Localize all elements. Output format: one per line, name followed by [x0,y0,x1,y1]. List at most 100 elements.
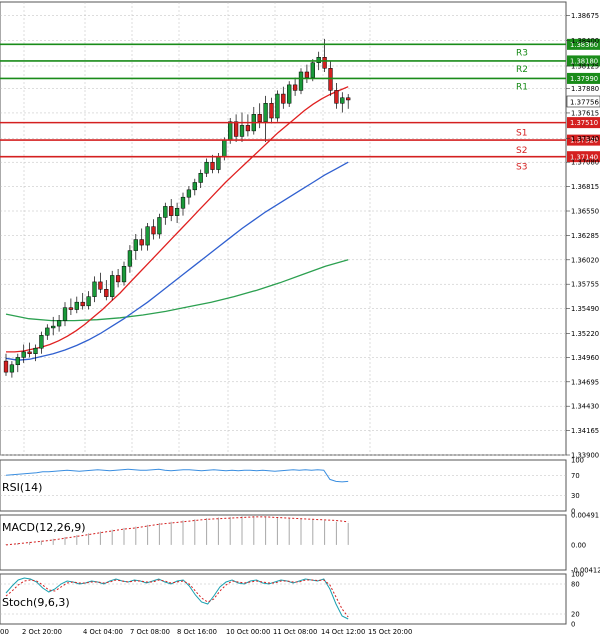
price-tick-label: 1.38675 [571,12,599,20]
candle-bull [186,189,192,198]
price-tick-label: 1.37880 [571,85,599,93]
candle-bear [210,161,215,170]
candle-bull [263,103,268,122]
candle-bull [145,226,150,246]
candle-bull [86,296,91,307]
candle-bear [292,84,298,91]
price-tick-label: 1.34960 [571,354,599,362]
stoch-tick-label: 20 [571,611,580,619]
candle-bear [139,239,144,246]
time-label-first: 00 [0,628,9,636]
price-tick-label: 1.34695 [571,378,599,386]
price-tick-label: 1.35755 [571,281,599,289]
time-axis: 00 2 Oct 20:00 4 Oct 04:00 7 Oct 08:00 8 Oc… [0,628,412,636]
level-name-r1: R1 [516,82,528,92]
candle-bear [68,307,74,310]
macd-pane: 0.004910.00-0.00412 MACD(12,26,9) [0,512,600,575]
candle-bull [157,217,162,235]
macd-tick-label: 0.00 [571,541,586,549]
level-price-label: 1.37990 [570,75,598,83]
stoch-pane: 100 80 20 0 Stoch(9,6,3) [0,571,584,629]
candle-bear [115,275,121,283]
time-label: 2 Oct 20:00 [22,628,62,636]
rsi-pane-frame [0,459,567,512]
rsi-tick-label: 70 [571,472,580,480]
candle-bull [239,125,245,137]
candle-bull [62,307,68,321]
price-tick-label: 1.34430 [571,403,599,411]
candle-bull [127,250,133,267]
price-tick-label: 1.38125 [571,62,599,70]
candle-bear [322,56,327,69]
candle-bear [281,93,286,104]
candle-bear [98,281,103,290]
time-label: 7 Oct 08:00 [130,628,170,636]
stoch-title: Stoch(9,6,3) [2,596,70,609]
stoch-tick-label: 80 [571,581,580,589]
rsi-pane: 10070300 RSI(14) [0,457,584,516]
candle-bull [222,139,227,157]
price-tick-label: 1.34165 [571,427,599,435]
time-label: 11 Oct 08:00 [273,628,317,636]
candle-bull [298,71,304,91]
candle-bull [74,301,79,310]
time-label: 8 Oct 16:00 [177,628,217,636]
price-tick-label: 1.38400 [571,37,599,45]
level-name-r2: R2 [516,65,528,75]
rsi-tick-label: 30 [571,492,580,500]
level-name-s1: S1 [516,129,527,139]
candle-bull [340,97,345,104]
candle-bear [245,125,251,132]
macd-title: MACD(12,26,9) [2,521,86,534]
current-price-marker: 1.37756 [566,95,600,108]
price-tick-label: 1.37080 [571,159,599,167]
current-price-label: 1.37756 [570,99,599,107]
level-name-s2: S2 [516,146,527,156]
candle-bull [275,93,280,119]
candle-bull [198,173,203,183]
candle-bear [233,121,239,137]
candle-bull [56,320,62,327]
candle-bull [92,281,97,297]
candle-bull [310,62,315,78]
candle-bull [180,196,186,209]
candle-bull [192,182,197,191]
stoch-tick-label: 100 [571,571,584,579]
candle-bull [121,266,127,283]
candle-bear [257,114,262,122]
rsi-tick-label: 100 [571,457,584,465]
candle-bear [151,226,156,235]
rsi-title: RSI(14) [2,481,42,494]
price-tick-label: 1.36020 [571,256,599,264]
macd-tick-label: 0.00491 [571,512,599,520]
time-label: 15 Oct 20:00 [368,628,412,636]
candle-bull [15,357,20,366]
candle-bull [110,275,115,297]
price-tick-label: 1.36285 [571,232,599,240]
level-price-label: 1.37510 [570,119,598,127]
candle-bull [45,327,50,336]
candle-bull [163,206,168,218]
candle-bull [174,207,180,216]
candle-bull [316,56,321,64]
candle-bull [9,364,15,373]
stoch-tick-label: 0 [571,621,575,629]
price-tick-label: 1.37615 [571,109,599,117]
price-tick-label: 1.35220 [571,330,599,338]
level-name-s3: S3 [516,163,527,173]
candle-bear [169,206,174,216]
candle-bear [80,301,85,307]
candle-bull [21,351,26,358]
candle-bear [269,103,274,119]
candle-bull [204,161,209,174]
candle-bear [104,289,109,297]
price-tick-label: 1.37340 [571,135,599,143]
candle-bull [33,347,38,354]
candle-bull [287,84,292,104]
candle-bull [228,121,233,141]
candle-bear [328,68,333,91]
time-label: 4 Oct 04:00 [83,628,123,636]
candle-bear [27,351,32,354]
candle-bear [346,97,351,101]
candle-bull [216,156,221,170]
